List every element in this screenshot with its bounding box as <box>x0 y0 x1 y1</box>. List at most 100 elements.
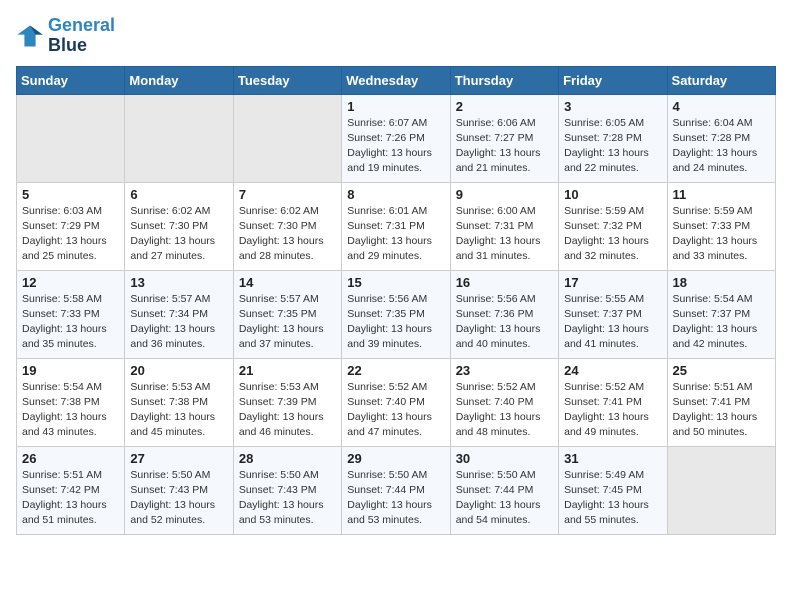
header-wednesday: Wednesday <box>342 66 450 94</box>
day-cell: 21 Sunrise: 5:53 AM Sunset: 7:39 PM Dayli… <box>233 358 341 446</box>
day-info: Sunrise: 6:02 AM Sunset: 7:30 PM Dayligh… <box>239 204 336 265</box>
day-cell: 9 Sunrise: 6:00 AM Sunset: 7:31 PM Daylig… <box>450 182 558 270</box>
week-row-3: 12Sunrise: 5:58 AM Sunset: 7:33 PM Dayli… <box>17 270 776 358</box>
day-cell: 17Sunrise: 5:55 AM Sunset: 7:37 PM Dayli… <box>559 270 667 358</box>
day-number: 12 <box>22 275 119 290</box>
day-info: Sunrise: 5:54 AM Sunset: 7:38 PM Dayligh… <box>22 380 119 441</box>
day-cell: 8 Sunrise: 6:01 AM Sunset: 7:31 PM Daylig… <box>342 182 450 270</box>
day-cell: 23 Sunrise: 5:52 AM Sunset: 7:40 PM Dayli… <box>450 358 558 446</box>
day-number: 16 <box>456 275 553 290</box>
day-cell <box>667 446 775 534</box>
day-number: 30 <box>456 451 553 466</box>
day-number: 23 <box>456 363 553 378</box>
day-info: Sunrise: 6:04 AM Sunset: 7:28 PM Dayligh… <box>673 116 770 177</box>
day-number: 28 <box>239 451 336 466</box>
day-number: 10 <box>564 187 661 202</box>
day-info: Sunrise: 5:56 AM Sunset: 7:35 PM Dayligh… <box>347 292 444 353</box>
day-number: 22 <box>347 363 444 378</box>
day-info: Sunrise: 5:52 AM Sunset: 7:41 PM Dayligh… <box>564 380 661 441</box>
day-cell: 29 Sunrise: 5:50 AM Sunset: 7:44 PM Dayli… <box>342 446 450 534</box>
day-number: 29 <box>347 451 444 466</box>
week-row-1: 1 Sunrise: 6:07 AM Sunset: 7:26 PM Daylig… <box>17 94 776 182</box>
day-info: Sunrise: 5:59 AM Sunset: 7:33 PM Dayligh… <box>673 204 770 265</box>
day-number: 4 <box>673 99 770 114</box>
header-friday: Friday <box>559 66 667 94</box>
header-thursday: Thursday <box>450 66 558 94</box>
logo-blue: Blue <box>48 36 115 56</box>
header: General Blue <box>16 16 776 56</box>
day-info: Sunrise: 5:50 AM Sunset: 7:43 PM Dayligh… <box>130 468 227 529</box>
day-info: Sunrise: 5:52 AM Sunset: 7:40 PM Dayligh… <box>456 380 553 441</box>
day-cell: 30 Sunrise: 5:50 AM Sunset: 7:44 PM Dayli… <box>450 446 558 534</box>
day-info: Sunrise: 6:05 AM Sunset: 7:28 PM Dayligh… <box>564 116 661 177</box>
day-info: Sunrise: 5:59 AM Sunset: 7:32 PM Dayligh… <box>564 204 661 265</box>
day-cell: 12Sunrise: 5:58 AM Sunset: 7:33 PM Dayli… <box>17 270 125 358</box>
day-info: Sunrise: 5:53 AM Sunset: 7:38 PM Dayligh… <box>130 380 227 441</box>
day-cell: 27Sunrise: 5:50 AM Sunset: 7:43 PM Dayli… <box>125 446 233 534</box>
day-number: 1 <box>347 99 444 114</box>
day-cell: 24Sunrise: 5:52 AM Sunset: 7:41 PM Dayli… <box>559 358 667 446</box>
day-number: 8 <box>347 187 444 202</box>
day-cell: 16 Sunrise: 5:56 AM Sunset: 7:36 PM Dayli… <box>450 270 558 358</box>
day-number: 13 <box>130 275 227 290</box>
day-number: 9 <box>456 187 553 202</box>
day-number: 6 <box>130 187 227 202</box>
day-cell: 20 Sunrise: 5:53 AM Sunset: 7:38 PM Dayli… <box>125 358 233 446</box>
day-cell: 25Sunrise: 5:51 AM Sunset: 7:41 PM Dayli… <box>667 358 775 446</box>
day-info: Sunrise: 5:57 AM Sunset: 7:34 PM Dayligh… <box>130 292 227 353</box>
day-cell: 18Sunrise: 5:54 AM Sunset: 7:37 PM Dayli… <box>667 270 775 358</box>
day-info: Sunrise: 5:57 AM Sunset: 7:35 PM Dayligh… <box>239 292 336 353</box>
logo-icon <box>16 22 44 50</box>
day-info: Sunrise: 5:55 AM Sunset: 7:37 PM Dayligh… <box>564 292 661 353</box>
calendar-header-row: SundayMondayTuesdayWednesdayThursdayFrid… <box>17 66 776 94</box>
day-info: Sunrise: 5:56 AM Sunset: 7:36 PM Dayligh… <box>456 292 553 353</box>
day-info: Sunrise: 5:50 AM Sunset: 7:43 PM Dayligh… <box>239 468 336 529</box>
day-cell: 1 Sunrise: 6:07 AM Sunset: 7:26 PM Daylig… <box>342 94 450 182</box>
day-info: Sunrise: 5:51 AM Sunset: 7:42 PM Dayligh… <box>22 468 119 529</box>
day-cell: 22 Sunrise: 5:52 AM Sunset: 7:40 PM Dayli… <box>342 358 450 446</box>
day-number: 18 <box>673 275 770 290</box>
day-info: Sunrise: 5:50 AM Sunset: 7:44 PM Dayligh… <box>347 468 444 529</box>
week-row-2: 5Sunrise: 6:03 AM Sunset: 7:29 PM Daylig… <box>17 182 776 270</box>
logo-text: General <box>48 16 115 36</box>
day-info: Sunrise: 6:00 AM Sunset: 7:31 PM Dayligh… <box>456 204 553 265</box>
week-row-5: 26Sunrise: 5:51 AM Sunset: 7:42 PM Dayli… <box>17 446 776 534</box>
day-cell: 28 Sunrise: 5:50 AM Sunset: 7:43 PM Dayli… <box>233 446 341 534</box>
day-number: 14 <box>239 275 336 290</box>
day-info: Sunrise: 5:52 AM Sunset: 7:40 PM Dayligh… <box>347 380 444 441</box>
day-number: 31 <box>564 451 661 466</box>
calendar-table: SundayMondayTuesdayWednesdayThursdayFrid… <box>16 66 776 535</box>
day-info: Sunrise: 5:53 AM Sunset: 7:39 PM Dayligh… <box>239 380 336 441</box>
day-cell: 31 Sunrise: 5:49 AM Sunset: 7:45 PM Dayli… <box>559 446 667 534</box>
day-number: 7 <box>239 187 336 202</box>
day-cell: 11 Sunrise: 5:59 AM Sunset: 7:33 PM Dayli… <box>667 182 775 270</box>
header-sunday: Sunday <box>17 66 125 94</box>
day-info: Sunrise: 6:02 AM Sunset: 7:30 PM Dayligh… <box>130 204 227 265</box>
day-number: 2 <box>456 99 553 114</box>
day-number: 21 <box>239 363 336 378</box>
day-info: Sunrise: 6:01 AM Sunset: 7:31 PM Dayligh… <box>347 204 444 265</box>
day-cell: 10 Sunrise: 5:59 AM Sunset: 7:32 PM Dayli… <box>559 182 667 270</box>
day-cell: 2Sunrise: 6:06 AM Sunset: 7:27 PM Daylig… <box>450 94 558 182</box>
logo: General Blue <box>16 16 115 56</box>
day-number: 20 <box>130 363 227 378</box>
day-number: 15 <box>347 275 444 290</box>
day-cell: 14 Sunrise: 5:57 AM Sunset: 7:35 PM Dayli… <box>233 270 341 358</box>
day-info: Sunrise: 5:49 AM Sunset: 7:45 PM Dayligh… <box>564 468 661 529</box>
day-cell: 6 Sunrise: 6:02 AM Sunset: 7:30 PM Daylig… <box>125 182 233 270</box>
day-cell: 4 Sunrise: 6:04 AM Sunset: 7:28 PM Daylig… <box>667 94 775 182</box>
day-info: Sunrise: 6:07 AM Sunset: 7:26 PM Dayligh… <box>347 116 444 177</box>
header-tuesday: Tuesday <box>233 66 341 94</box>
day-info: Sunrise: 6:03 AM Sunset: 7:29 PM Dayligh… <box>22 204 119 265</box>
day-info: Sunrise: 5:50 AM Sunset: 7:44 PM Dayligh… <box>456 468 553 529</box>
day-cell: 15 Sunrise: 5:56 AM Sunset: 7:35 PM Dayli… <box>342 270 450 358</box>
day-info: Sunrise: 5:51 AM Sunset: 7:41 PM Dayligh… <box>673 380 770 441</box>
day-cell: 13 Sunrise: 5:57 AM Sunset: 7:34 PM Dayli… <box>125 270 233 358</box>
day-cell <box>125 94 233 182</box>
header-saturday: Saturday <box>667 66 775 94</box>
day-cell: 7 Sunrise: 6:02 AM Sunset: 7:30 PM Daylig… <box>233 182 341 270</box>
day-cell: 26Sunrise: 5:51 AM Sunset: 7:42 PM Dayli… <box>17 446 125 534</box>
day-cell <box>233 94 341 182</box>
day-number: 11 <box>673 187 770 202</box>
day-number: 3 <box>564 99 661 114</box>
